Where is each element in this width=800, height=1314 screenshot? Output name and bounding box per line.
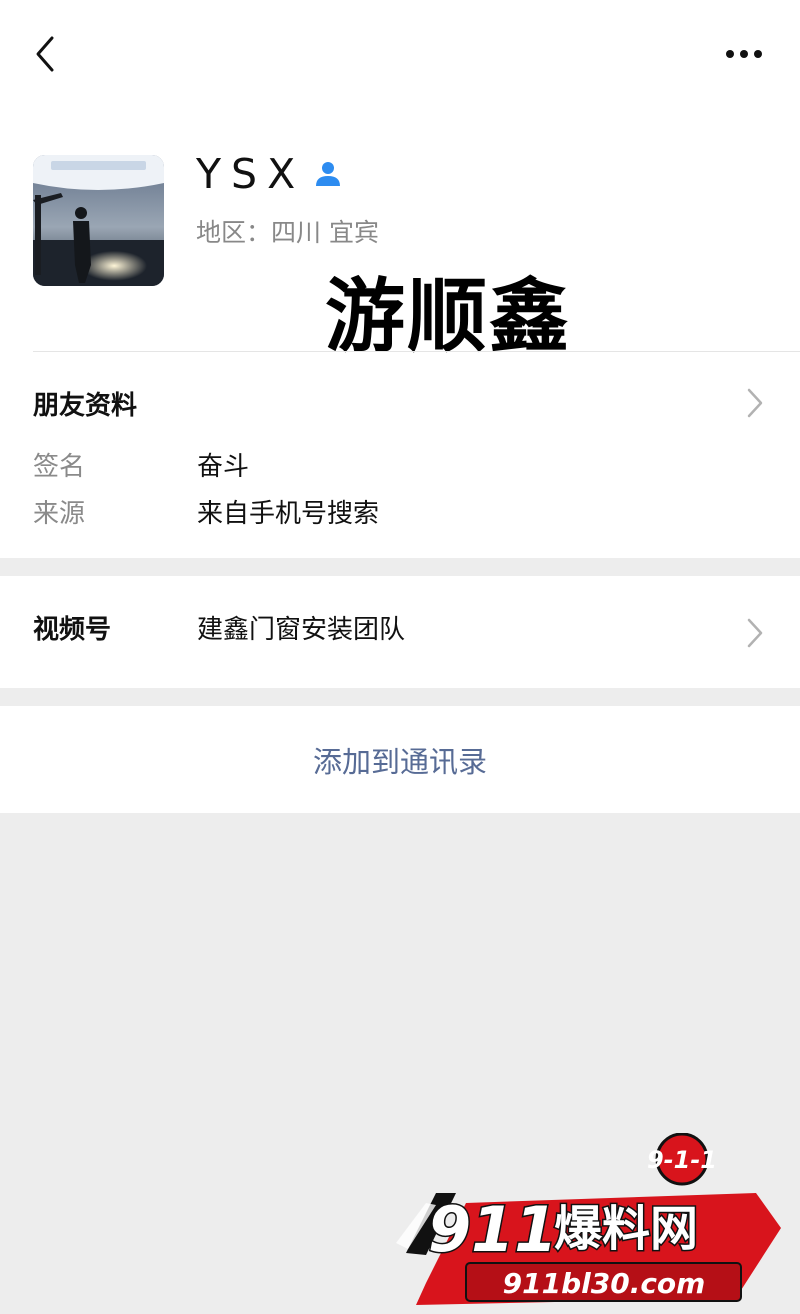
signature-value: 奋斗 — [197, 452, 250, 482]
friend-info-title: 朋友资料 — [33, 391, 138, 421]
signature-label: 签名 — [33, 452, 86, 482]
watermark-brand-text: 爆料网 — [554, 1201, 698, 1257]
section-gap — [0, 688, 800, 706]
channels-label: 视频号 — [33, 615, 112, 645]
watermark-url: 911bl30.com — [503, 1267, 706, 1300]
profile-region: 地区：四川 宜宾 — [196, 218, 379, 247]
back-chevron-icon[interactable] — [28, 34, 68, 74]
add-to-contacts-button[interactable]: 添加到通讯录 — [0, 706, 800, 813]
contact-badge-icon — [312, 158, 344, 190]
watermark-brand-number: 911 — [428, 1193, 557, 1266]
section-gap — [0, 558, 800, 576]
watermark-badge-text: 9-1-1 — [647, 1146, 717, 1174]
profile-name: YSX — [196, 150, 306, 198]
source-label: 来源 — [33, 499, 86, 529]
source-value: 来自手机号搜索 — [197, 499, 380, 529]
chevron-right-icon — [746, 387, 764, 419]
watermark-logo: 9-1-1 911 爆料网 911bl30.com — [396, 1132, 790, 1309]
more-options-icon[interactable] — [722, 40, 766, 68]
nav-bar — [0, 0, 800, 110]
divider — [33, 351, 800, 352]
channels-value: 建鑫门窗安装团队 — [197, 615, 406, 645]
avatar[interactable] — [33, 155, 164, 286]
chevron-right-icon — [746, 617, 764, 649]
